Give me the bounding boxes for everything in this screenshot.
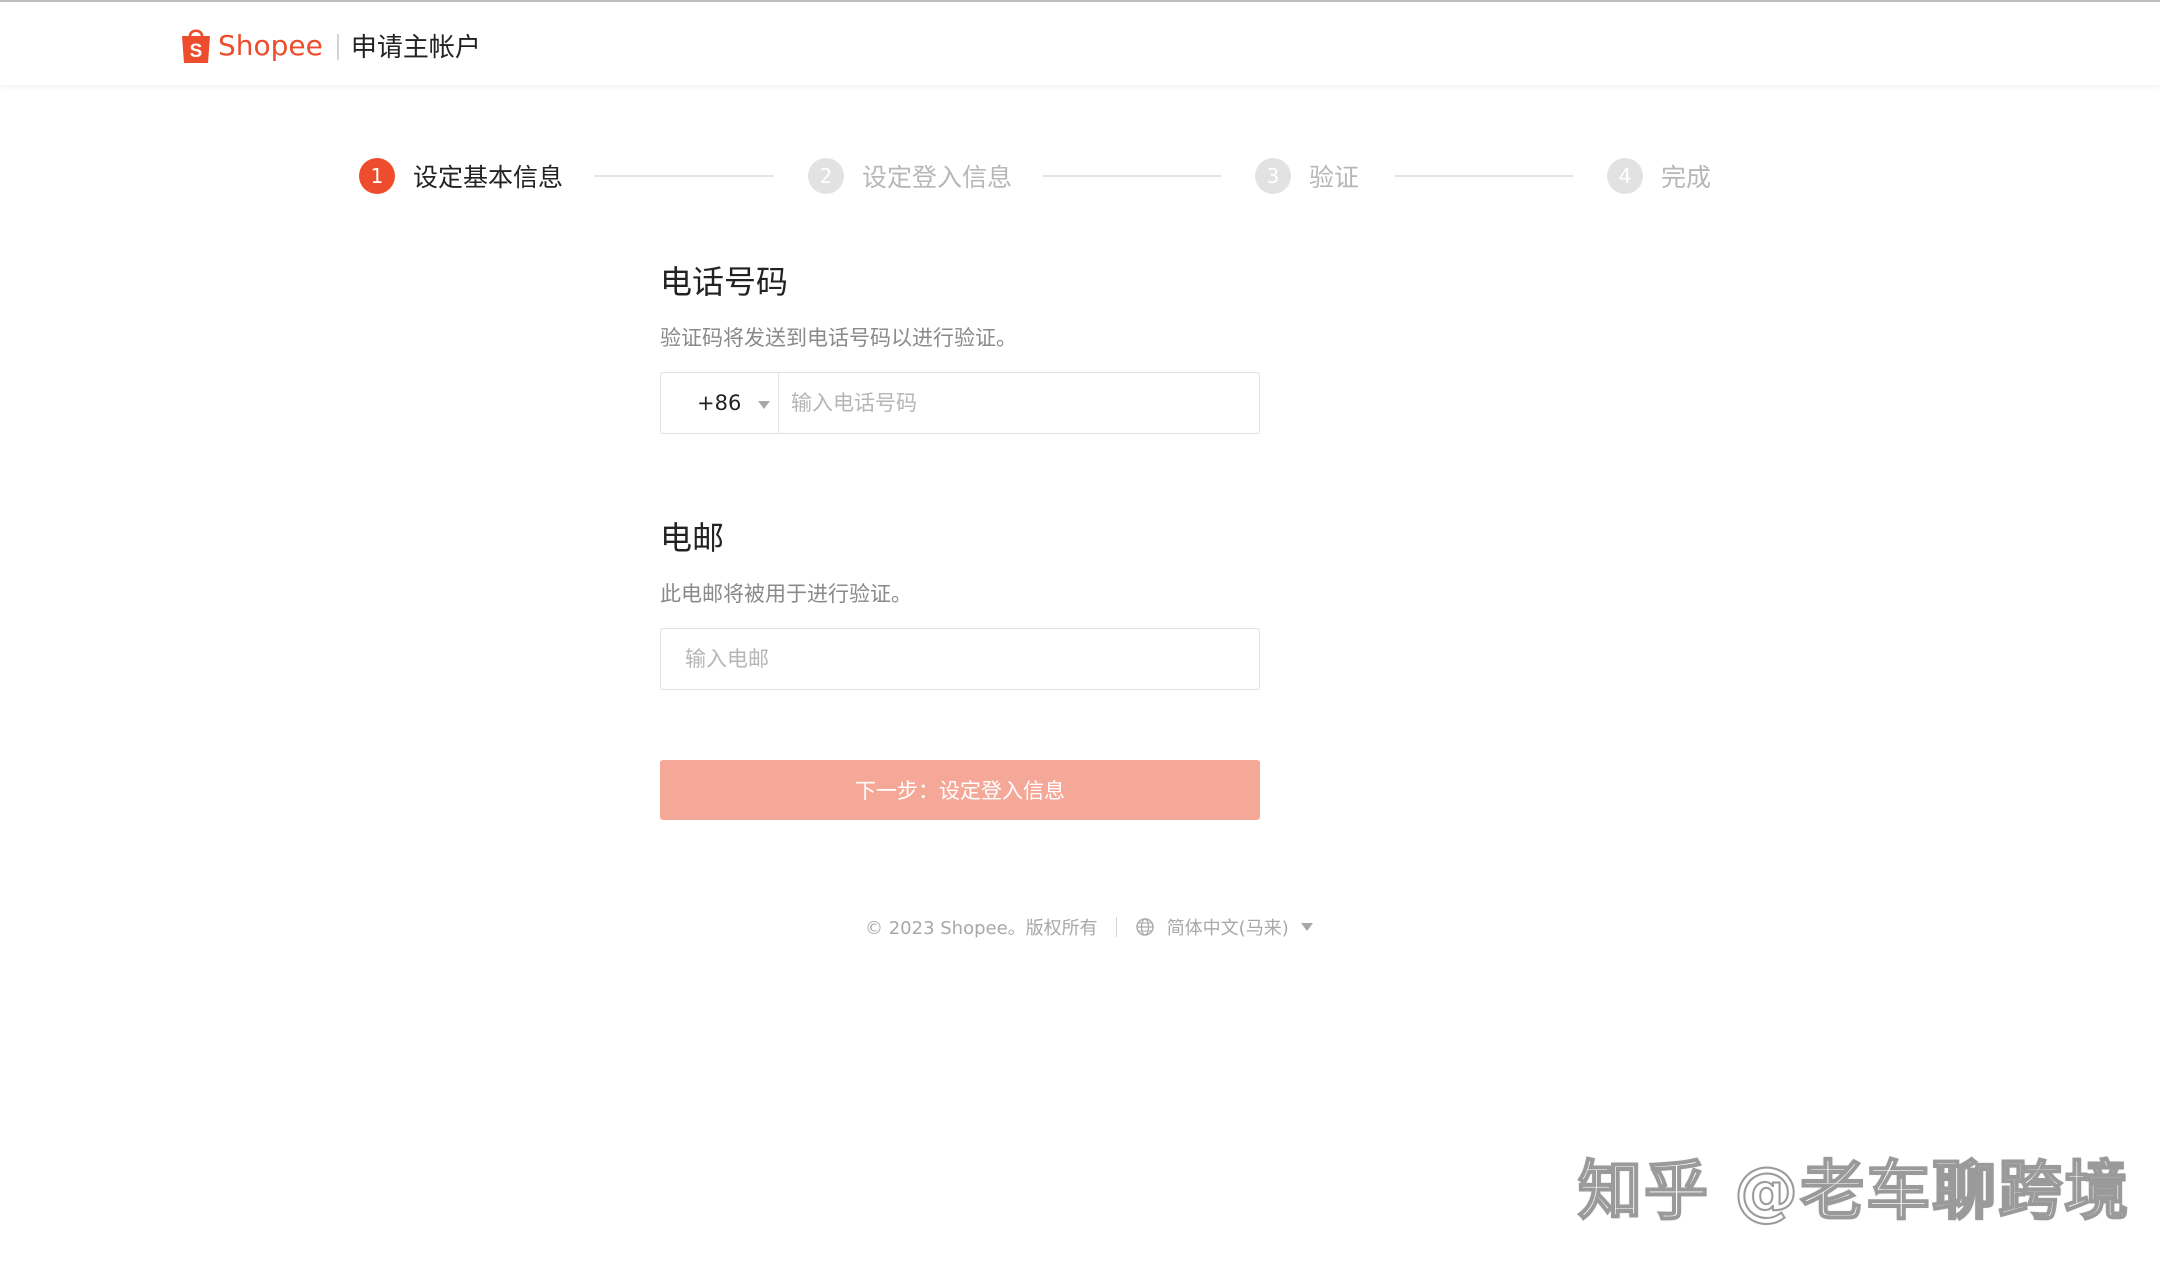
chevron-down-icon [1300,923,1313,931]
copyright-text: © 2023 Shopee。版权所有 [865,918,1098,939]
step-label: 完成 [1661,163,1712,192]
watermark: 知乎 @老车聊跨境 [1577,1154,2131,1230]
chevron-down-icon [758,401,770,409]
step-connector [1395,175,1573,177]
page-title: 申请主帐户 [350,32,481,63]
signup-stepper: 1 设定基本信息 2 设定登入信息 3 验证 4 完成 [359,156,1719,196]
step-complete: 4 完成 [1607,156,1711,196]
phone-section: 电话号码 验证码将发送到电话号码以进行验证。 +86 [660,260,1260,434]
step-login-info: 2 设定登入信息 [808,156,1012,196]
brand: S Shopee 申请主帐户 [180,24,481,66]
svg-text:S: S [190,41,203,62]
step-number: 4 [1607,158,1643,194]
email-input[interactable] [661,629,1259,689]
step-connector [1043,175,1221,177]
step-verify: 3 验证 [1255,156,1359,196]
phone-input[interactable] [779,373,1259,433]
step-basic-info: 1 设定基本信息 [359,156,563,196]
step-connector [594,175,774,177]
phone-field: +86 [660,372,1260,434]
email-section-title: 电邮 [660,519,725,557]
step-number: 3 [1255,158,1291,194]
language-label: 简体中文(马来) [1166,918,1289,939]
email-section: 电邮 此电邮将被用于进行验证。 [660,516,1260,690]
shopee-bag-icon[interactable]: S [180,25,212,65]
country-code-value: +86 [697,391,742,415]
step-label: 设定基本信息 [413,163,564,192]
footer: © 2023 Shopee。版权所有 简体中文(马来) [865,912,1313,942]
step-number: 1 [359,158,395,194]
email-section-description: 此电邮将被用于进行验证。 [660,582,912,606]
email-field [660,628,1260,690]
signup-form: 电话号码 验证码将发送到电话号码以进行验证。 +86 电邮 此电邮将被用于进行验… [660,260,1260,820]
top-header: S Shopee 申请主帐户 [0,0,2160,85]
next-step-button[interactable]: 下一步：设定登入信息 [660,760,1260,820]
step-label: 验证 [1309,163,1360,192]
phone-section-title: 电话号码 [660,263,789,301]
globe-icon [1135,918,1154,936]
language-selector[interactable]: 简体中文(马来) [1135,914,1313,940]
footer-divider [1115,917,1117,937]
step-label: 设定登入信息 [862,163,1013,192]
brand-divider [336,34,339,60]
step-number: 2 [808,158,844,194]
country-code-select[interactable]: +86 [661,373,779,433]
brand-name[interactable]: Shopee [218,29,323,62]
phone-section-description: 验证码将发送到电话号码以进行验证。 [660,326,1017,350]
